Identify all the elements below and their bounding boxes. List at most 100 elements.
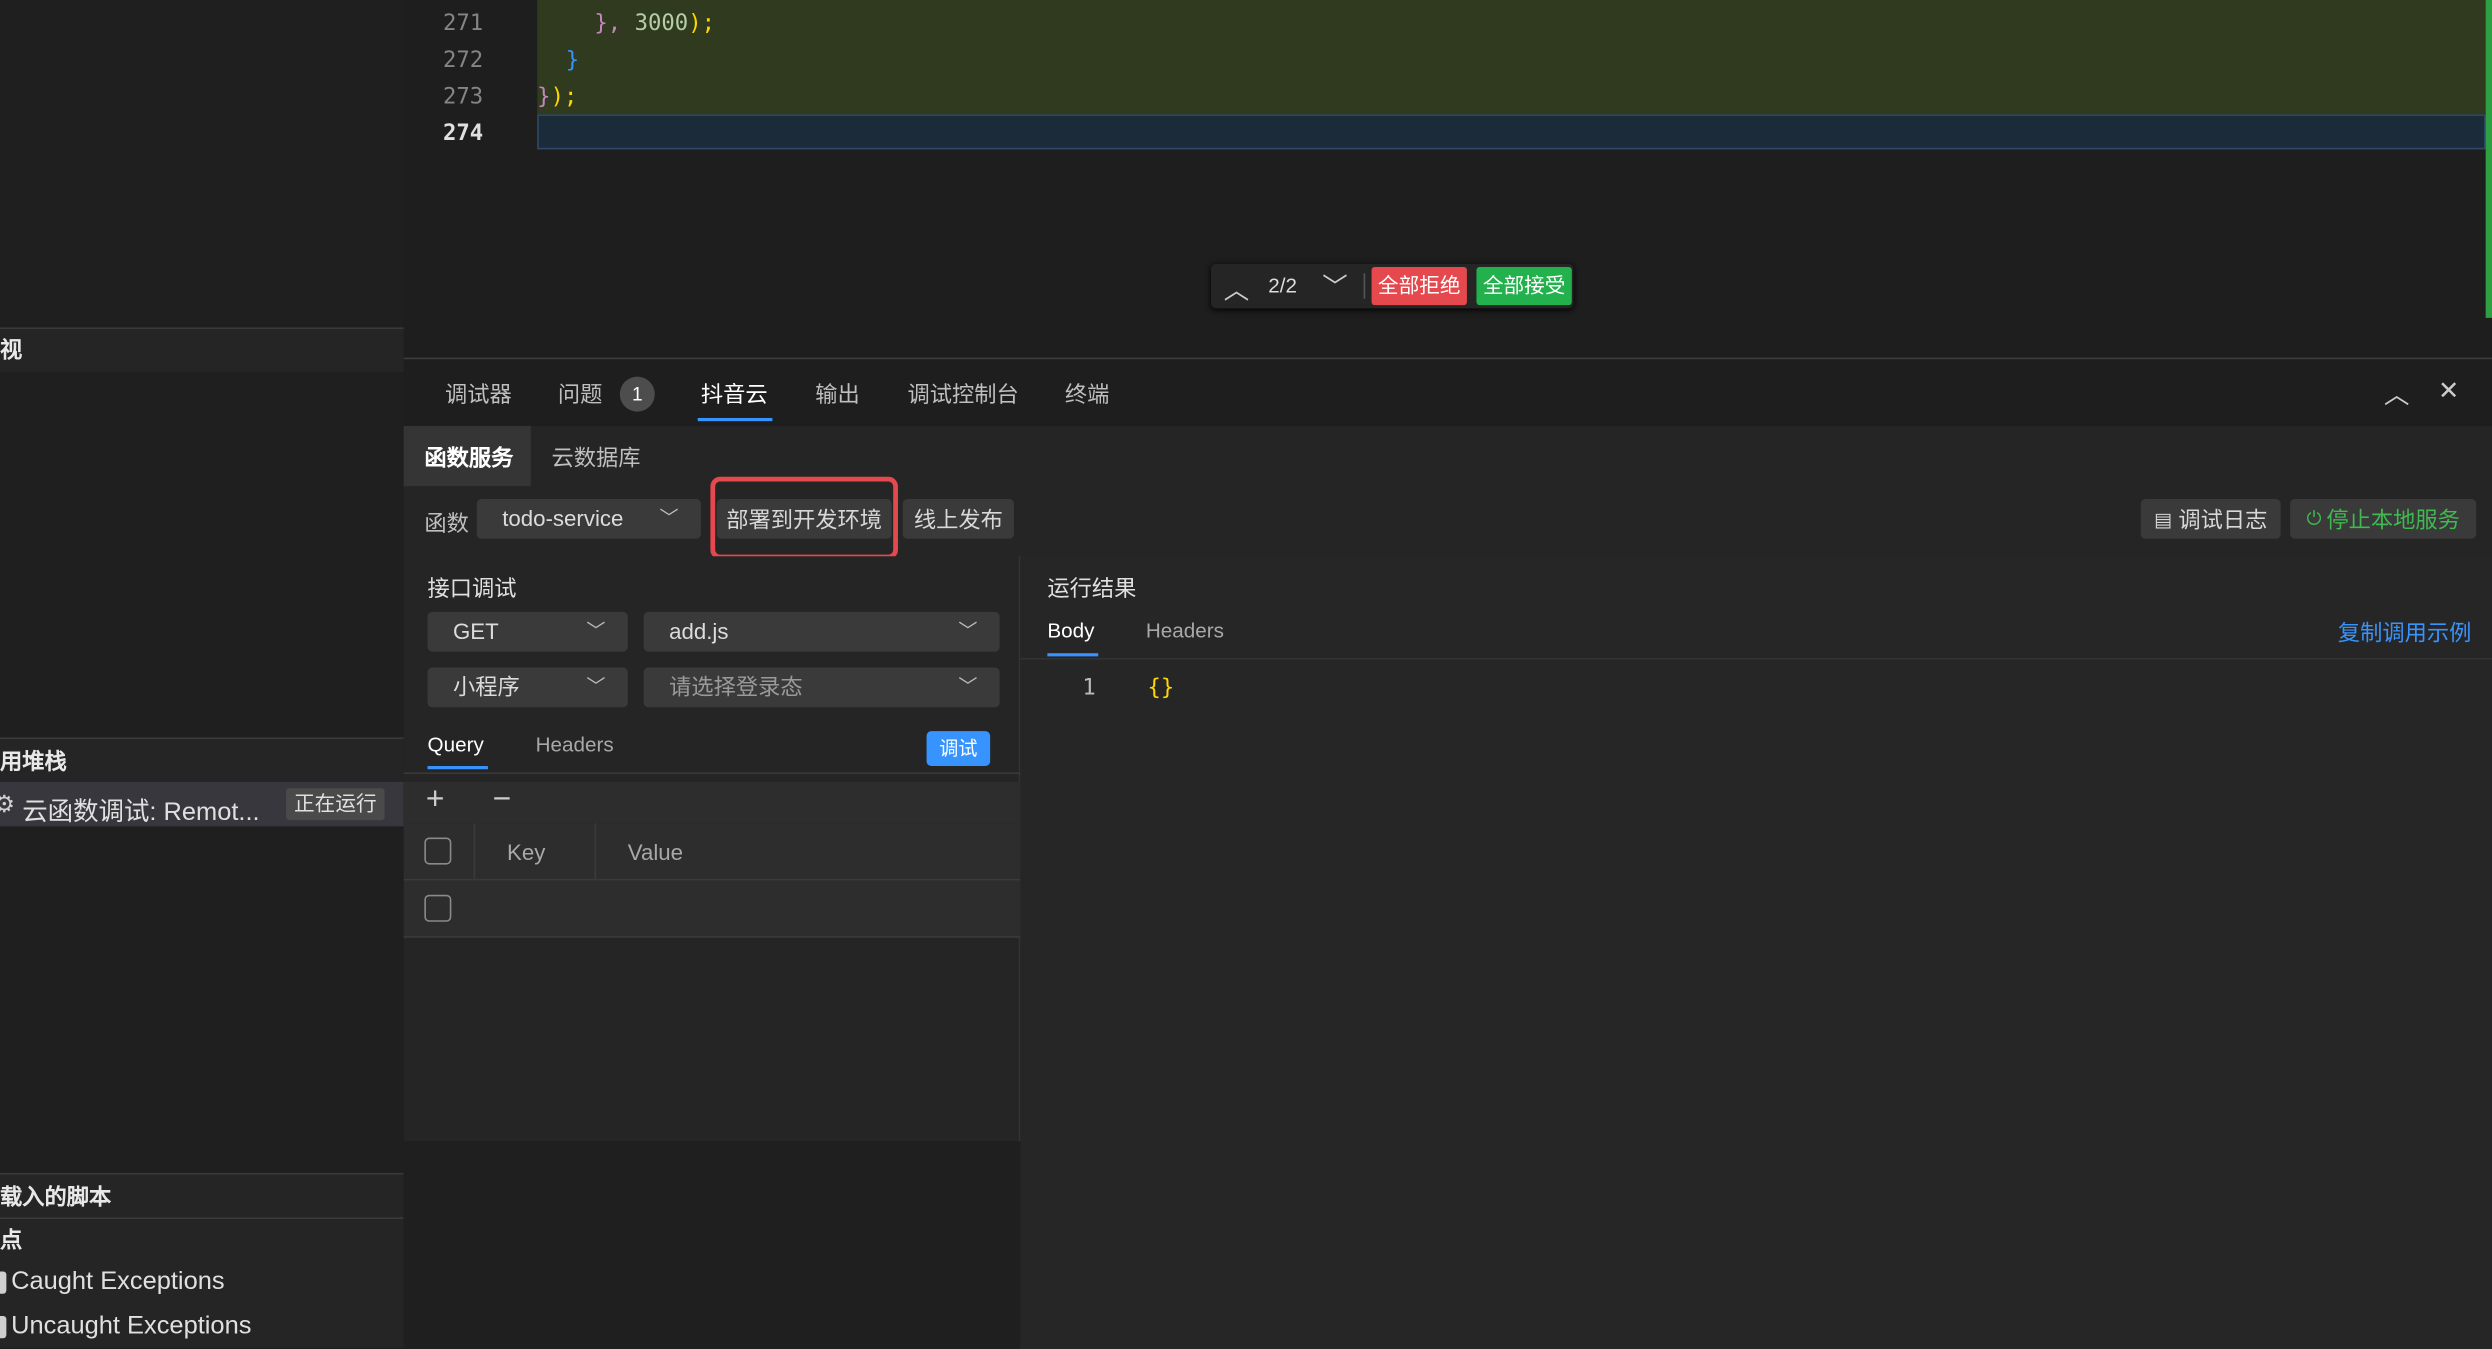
tab-headers[interactable]: Headers [536,733,614,757]
problems-count-badge: 1 [619,376,655,412]
chevron-down-icon: ﹀ [958,675,978,698]
column-header-key: Key [506,839,546,865]
chevron-up-icon[interactable]: ︿ [1224,269,1249,307]
breakpoint-item[interactable]: Caught Exceptions [0,1262,404,1303]
result-title: 运行结果 [1047,575,1137,601]
client-value: 小程序 [452,673,520,700]
log-icon: ▤ [2154,507,2173,531]
result-pane: 运行结果 Body Headers 复制调用示例 1 {} [1020,556,2492,1349]
checkbox-icon[interactable] [0,1271,7,1294]
select-all-checkbox[interactable] [424,837,452,865]
params-table-header: Key Value [403,823,1021,881]
code-token: ); [550,84,578,110]
stop-local-label: 停止本地服务 [2326,506,2460,532]
code-editor[interactable]: 271 272 273 274 }, 3000); } }); ︿ 2/2 ﹀ … [403,0,2492,358]
subtab-cloud-db[interactable]: 云数据库 [551,442,640,474]
tab-terminal[interactable]: 终端 [1065,378,1110,410]
maximize-panel-icon[interactable]: ︿ [2384,373,2409,411]
tab-output[interactable]: 输出 [815,378,860,410]
login-state-select[interactable]: 请选择登录态 ﹀ [643,667,1000,708]
reject-all-button[interactable]: 全部拒绝 [1371,267,1467,306]
tab-debugger[interactable]: 调试器 [445,378,512,410]
section-header-breakpoints[interactable]: 点 [0,1217,404,1258]
tab-douyin-cloud[interactable]: 抖音云 [701,378,768,410]
code-line-271: }, 3000); [594,11,715,36]
breakpoint-label: Uncaught Exceptions [11,1312,252,1340]
table-row[interactable] [403,880,1021,938]
body-line-number: 1 [1082,675,1096,701]
method-select[interactable]: GET ﹀ [427,611,628,652]
accept-all-button[interactable]: 全部接受 [1476,267,1572,306]
section-header-loaded-scripts[interactable]: 载入的脚本 [0,1172,404,1218]
divider [473,823,476,881]
code-token: 3000 [621,11,689,37]
tab-problems[interactable]: 问题 [558,378,603,410]
status-badge: 正在运行 [286,788,385,821]
section-header-view[interactable]: 视 [0,327,404,372]
debug-log-button[interactable]: ▤ 调试日志 [2140,499,2281,539]
breakpoint-item[interactable]: Uncaught Exceptions [0,1306,404,1347]
sidebar-top-area [0,0,404,328]
checkbox-icon[interactable] [0,1315,7,1339]
callstack-session-label: 云函数调试: Remot... [22,799,260,827]
row-checkbox[interactable] [424,894,452,922]
active-tab-indicator [697,417,773,422]
method-value: GET [452,618,499,644]
code-line-273: }); [537,84,577,109]
line-number: 272 [442,47,484,74]
stop-local-service-button[interactable]: ⏻ 停止本地服务 [2290,499,2477,539]
function-select-value: todo-service [502,505,624,531]
line-number: 274 [442,120,484,147]
close-panel-icon[interactable]: ✕ [2438,375,2459,407]
divider [403,772,1021,774]
client-select[interactable]: 小程序 ﹀ [427,667,628,708]
publish-online-button[interactable]: 线上发布 [902,499,1014,539]
api-debug-title: 接口调试 [427,575,517,601]
chevron-down-icon: ﹀ [659,506,679,530]
function-select[interactable]: todo-service ﹀ [476,499,701,539]
copy-example-link[interactable]: 复制调用示例 [2338,617,2472,649]
breakpoint-label: Caught Exceptions [11,1268,225,1296]
body-content: {} [1147,675,1175,701]
chevron-down-icon: ﹀ [586,675,606,698]
diff-counter: 2/2 [1268,273,1297,298]
debug-button[interactable]: 调试 [926,731,991,767]
chevron-down-icon: ﹀ [586,619,606,643]
active-tab-indicator [1047,653,1099,657]
diff-navigator: ︿ 2/2 ﹀ 全部拒绝 全部接受 [1211,263,1574,309]
divider [594,823,596,881]
active-tab-indicator [427,766,488,770]
file-select[interactable]: add.js ﹀ [643,611,1000,652]
code-token: }, [594,11,622,37]
column-header-value: Value [627,839,684,865]
view-section-body [0,371,404,738]
line-number: 273 [442,84,484,110]
add-row-icon[interactable]: + [426,782,445,819]
stop-icon: ⏻ [2306,506,2322,530]
code-token: } [537,84,551,110]
remove-row-icon[interactable]: − [493,782,512,819]
line-number: 271 [442,11,484,37]
bottom-panel: 调试器 问题 1 抖音云 输出 调试控制台 终端 ︿ ✕ 函数服务 云数据库 函… [403,357,2492,1349]
function-label: 函数 [424,510,469,536]
file-value: add.js [669,618,729,644]
callstack-item[interactable]: ⚙ 云函数调试: Remot... 正在运行 [0,781,404,827]
section-header-callstack[interactable]: 用堆栈 [0,737,404,782]
diff-added-highlight [537,0,2486,115]
tab-debug-console[interactable]: 调试控制台 [907,378,1018,410]
function-toolbar: 函数 todo-service ﹀ 部署到开发环境 线上发布 ▤ 调试日志 ⏻ 停止… [403,476,2492,560]
chevron-down-icon[interactable]: ﹀ [1322,265,1347,303]
callstack-section-body [0,826,404,1173]
highlight-box [710,476,898,560]
diff-gutter-marker [2485,0,2492,318]
subtab-functions[interactable]: 函数服务 [424,442,513,474]
bug-icon: ⚙ [0,790,15,818]
api-debug-pane: 接口调试 GET ﹀ add.js ﹀ 小程序 ﹀ 请选择登录态 ﹀ Query… [403,556,1021,1349]
divider [1020,657,2492,660]
debug-log-label: 调试日志 [2178,506,2268,532]
chevron-down-icon: ﹀ [958,619,978,643]
divider [1363,273,1366,299]
tab-result-headers[interactable]: Headers [1146,618,1224,642]
tab-query[interactable]: Query [428,733,484,757]
tab-body[interactable]: Body [1047,618,1094,642]
